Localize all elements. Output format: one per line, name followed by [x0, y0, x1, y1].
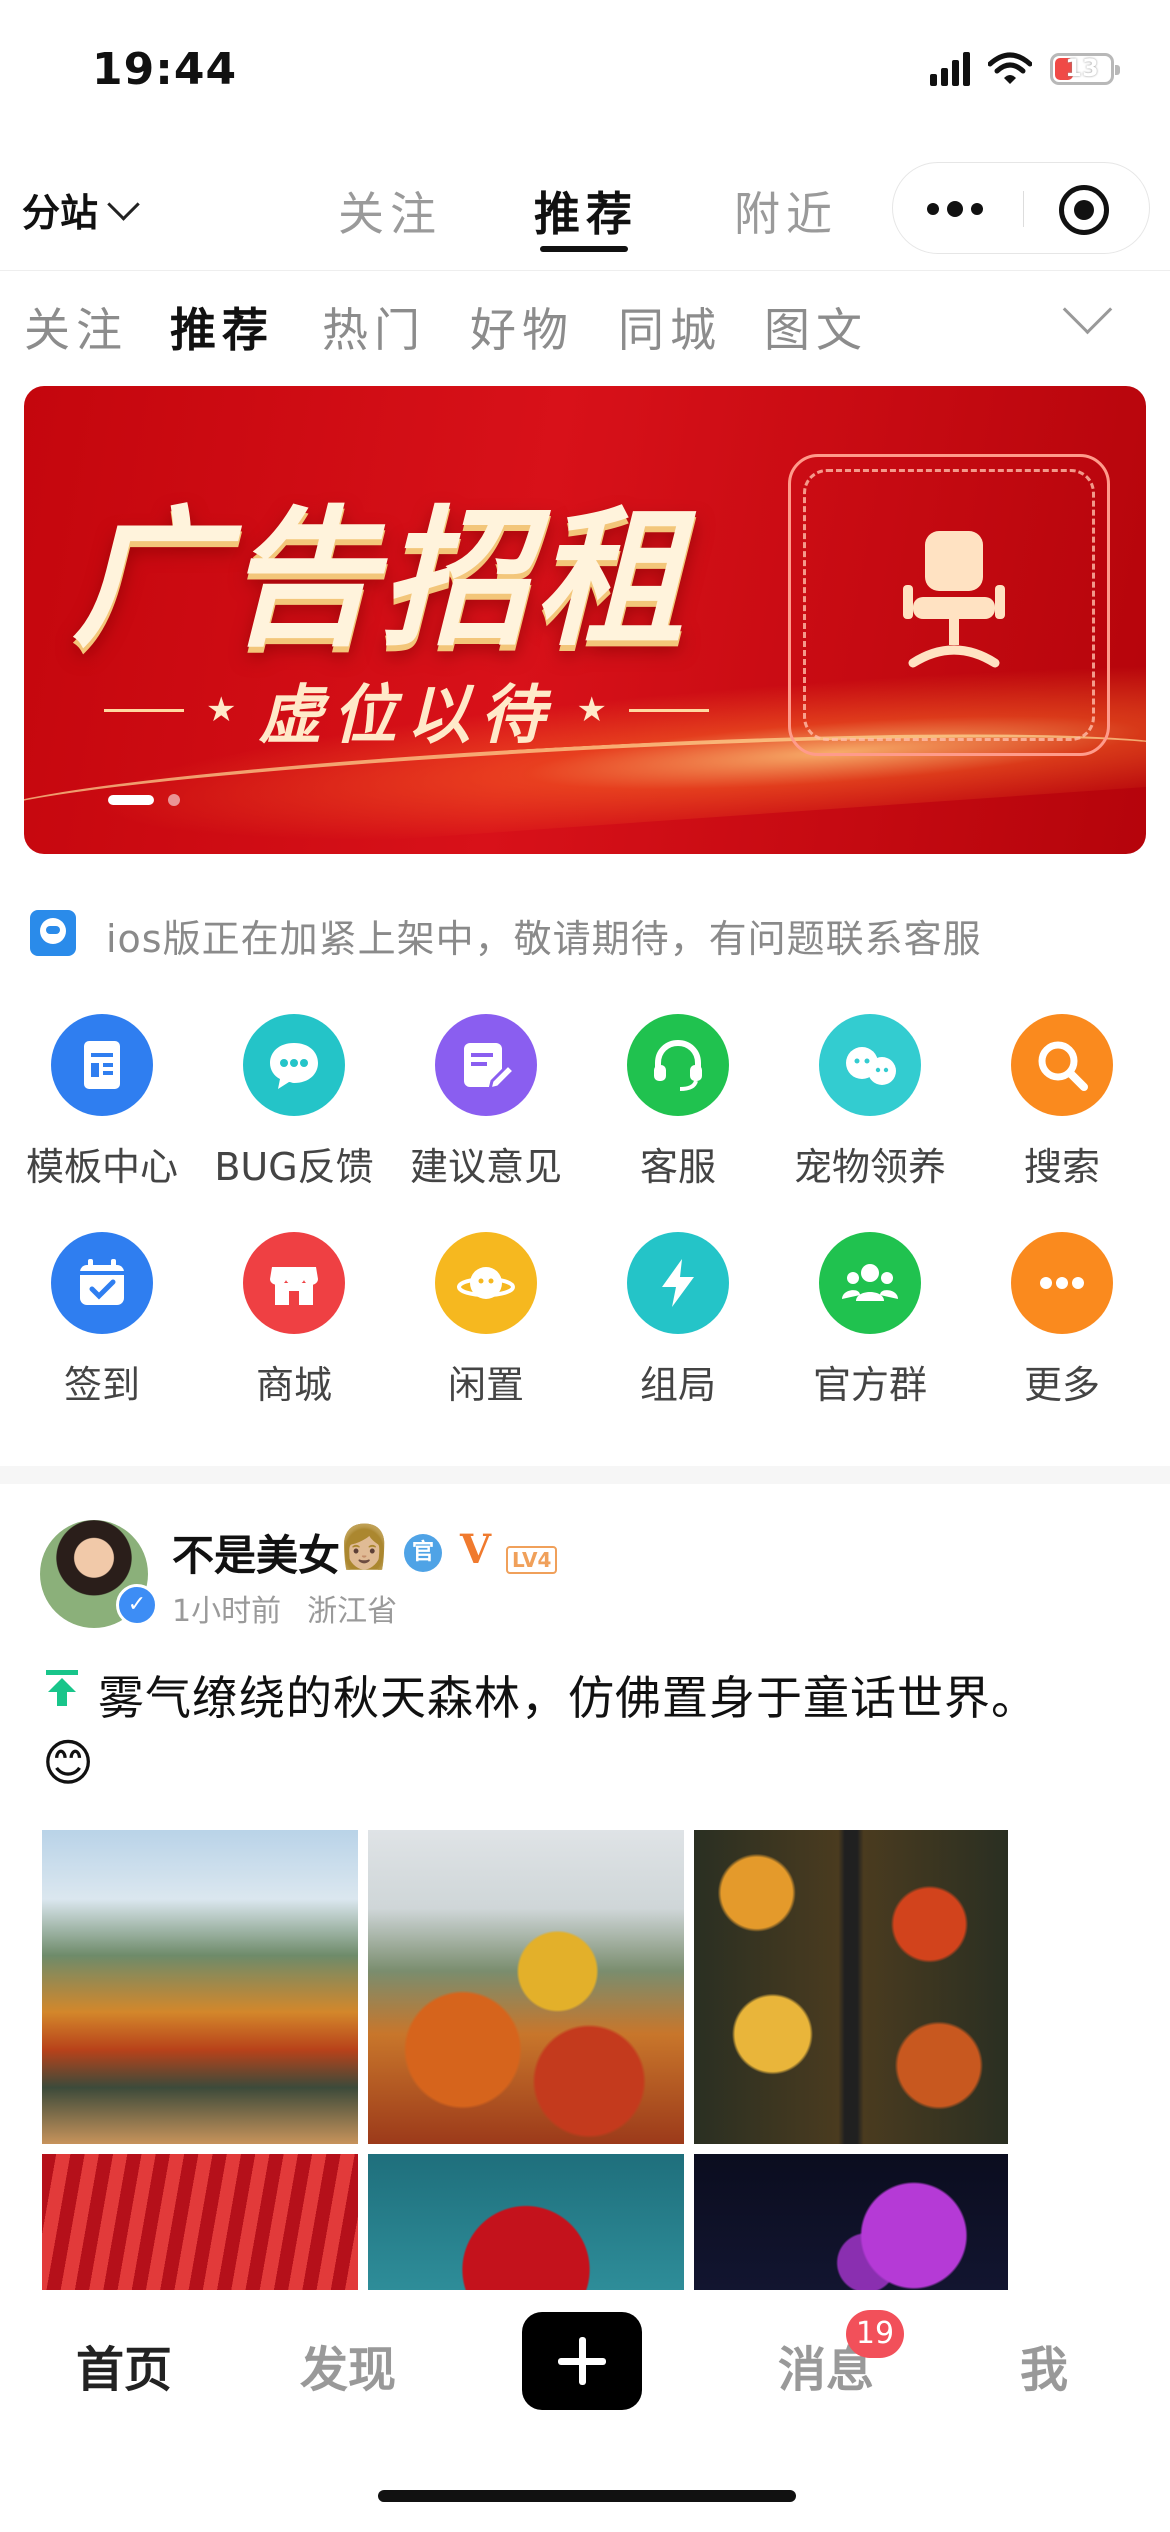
search-icon: [1011, 1014, 1113, 1116]
tab-me[interactable]: 我: [1020, 2330, 1068, 2400]
grid-item-suggestions[interactable]: 建议意见: [391, 1014, 581, 1191]
grid-item-idle[interactable]: 闲置: [391, 1232, 581, 1409]
cellular-signal-icon: [930, 52, 970, 86]
chat-bubble-icon: [243, 1014, 345, 1116]
post-image[interactable]: [694, 1830, 1008, 2144]
top-tab-follow[interactable]: 关注: [338, 178, 442, 244]
active-tab-indicator: [540, 246, 628, 252]
section-divider: [0, 1466, 1170, 1484]
grid-item-customer-service[interactable]: 客服: [583, 1014, 773, 1191]
post-time: 1小时前: [172, 1594, 282, 1629]
grid-label: 建议意见: [409, 1145, 562, 1189]
grid-label: 官方群: [812, 1363, 927, 1407]
category-tab-goods[interactable]: 好物: [470, 294, 574, 360]
tab-home[interactable]: 首页: [76, 2330, 172, 2400]
seat-frame: [788, 454, 1110, 756]
top-tab-nearby[interactable]: 附近: [734, 178, 838, 244]
post-text: 雾气缭绕的秋天森林，仿佛置身于童话世界。: [98, 1671, 1038, 1725]
banner-pagination: [108, 794, 180, 806]
category-tab-follow[interactable]: 关注: [24, 294, 128, 360]
official-badge-icon: 官: [404, 1534, 442, 1572]
grid-label: 搜索: [1023, 1145, 1100, 1189]
grid-item-group-up[interactable]: 组局: [583, 1232, 773, 1409]
edit-note-icon: [435, 1014, 537, 1116]
banner-subtitle: 虚位以待: [258, 679, 555, 753]
post-location: 浙江省: [307, 1594, 398, 1629]
tab-discover[interactable]: 发现: [300, 2330, 396, 2400]
template-doc-icon: [51, 1014, 153, 1116]
expand-categories-icon[interactable]: [1062, 284, 1113, 335]
status-icons: 13: [930, 52, 1120, 86]
grid-item-template-center[interactable]: 模板中心: [7, 1014, 197, 1191]
post-image[interactable]: [42, 2154, 358, 2290]
grid-label: 模板中心: [25, 1145, 178, 1189]
station-selector[interactable]: 分站: [22, 182, 140, 237]
post-username[interactable]: 不是美女: [172, 1522, 340, 1583]
grid-label: BUG反馈: [214, 1145, 374, 1189]
smile-emoji: 😊: [42, 1734, 95, 1792]
category-tab-recommend[interactable]: 推荐: [170, 294, 274, 360]
level-badge: LV4: [506, 1546, 558, 1574]
more-dots-icon: [1011, 1232, 1113, 1334]
group-icon: [819, 1232, 921, 1334]
miniprogram-capsule: [892, 162, 1150, 254]
grid-label: 组局: [639, 1363, 716, 1407]
battery-level: 13: [1065, 54, 1099, 82]
create-post-button[interactable]: [522, 2312, 642, 2410]
message-count-badge: 19: [846, 2310, 904, 2358]
wifi-icon: [988, 52, 1032, 84]
chair-icon: [903, 531, 1005, 668]
grid-item-check-in[interactable]: 签到: [7, 1232, 197, 1409]
category-tab-hot[interactable]: 热门: [322, 294, 426, 360]
pets-icon: [819, 1014, 921, 1116]
post-image[interactable]: [368, 1830, 684, 2144]
battery-icon: 13: [1050, 53, 1120, 85]
grid-label: 客服: [639, 1145, 716, 1189]
grid-label: 宠物领养: [793, 1145, 946, 1189]
notice-text: ios版正在加紧上架中，敬请期待，有问题联系客服: [106, 917, 982, 961]
mascot-icon: [30, 910, 76, 956]
vip-badge-icon: V: [460, 1526, 492, 1573]
pinned-arrow-icon: [46, 1670, 78, 1706]
banner-title: 广告招租: [72, 493, 689, 667]
grid-label: 商城: [255, 1363, 332, 1407]
close-miniprogram-icon[interactable]: [1059, 185, 1109, 235]
headset-icon: [627, 1014, 729, 1116]
post-image[interactable]: [368, 2154, 684, 2290]
post-image[interactable]: [694, 2154, 1008, 2290]
calendar-check-icon: [51, 1232, 153, 1334]
grid-item-official-group[interactable]: 官方群: [775, 1232, 965, 1409]
grid-label: 签到: [63, 1363, 140, 1407]
home-indicator: [378, 2490, 796, 2502]
chevron-down-icon: [107, 188, 140, 221]
top-tab-recommend[interactable]: 推荐: [534, 178, 638, 244]
more-menu-icon[interactable]: [927, 201, 983, 217]
ad-banner[interactable]: 广告招租 ★ 虚位以待 ★: [24, 386, 1146, 854]
planet-icon: [435, 1232, 537, 1334]
divider: [0, 270, 1170, 271]
star-icon: ★: [206, 690, 237, 730]
star-icon: ★: [576, 690, 607, 730]
grid-item-pet-adoption[interactable]: 宠物领养: [775, 1014, 965, 1191]
grid-label: 闲置: [447, 1363, 524, 1407]
verified-badge-icon: ✓: [116, 1584, 158, 1626]
station-label: 分站: [22, 191, 99, 235]
grid-item-bug-feedback[interactable]: BUG反馈: [199, 1014, 389, 1191]
category-tab-imagetext[interactable]: 图文: [764, 294, 868, 360]
post-image[interactable]: [42, 1830, 358, 2144]
store-icon: [243, 1232, 345, 1334]
grid-label: 更多: [1023, 1363, 1100, 1407]
post-meta: 1小时前 浙江省: [172, 1586, 423, 1630]
status-time: 19:44: [92, 44, 238, 95]
grid-item-search[interactable]: 搜索: [967, 1014, 1157, 1191]
username-emoji: 👩🏼: [338, 1522, 391, 1571]
category-tab-local[interactable]: 同城: [618, 294, 722, 360]
grid-item-mall[interactable]: 商城: [199, 1232, 389, 1409]
lightning-icon: [627, 1232, 729, 1334]
grid-item-more[interactable]: 更多: [967, 1232, 1157, 1409]
